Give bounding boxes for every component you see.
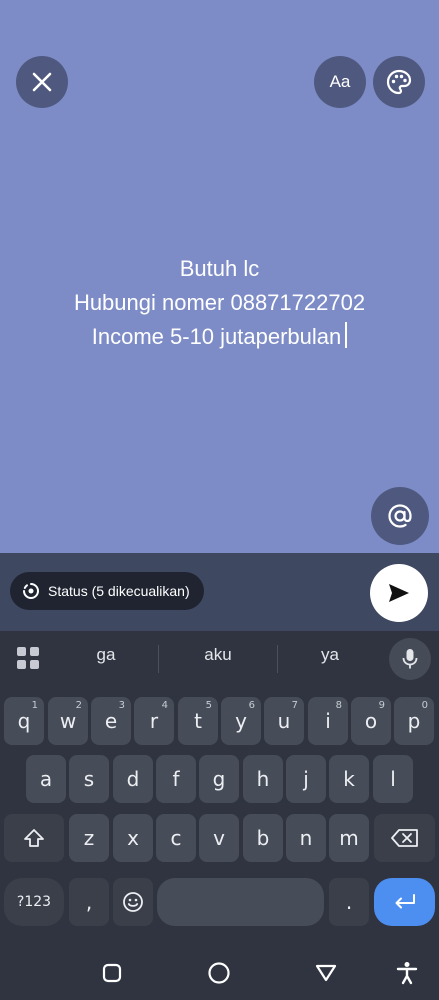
system-navigation-bar [0,946,439,1000]
status-text-line: Butuh lc [179,256,260,281]
key-q[interactable]: q1 [4,697,44,745]
mention-button[interactable] [371,487,429,545]
key-m[interactable]: m [329,814,369,862]
shift-icon [24,829,44,847]
key-v[interactable]: v [199,814,239,862]
key-hint: 3 [118,700,125,711]
status-text-line: Hubungi nomer 08871722702 [73,290,366,315]
status-text-line: Income 5-10 jutaperbulan [0,320,439,354]
key-k[interactable]: k [329,755,369,803]
microphone-icon [402,649,418,669]
key-i[interactable]: i8 [308,697,348,745]
key-label: i [325,709,331,733]
key-f[interactable]: f [156,755,196,803]
key-g[interactable]: g [199,755,239,803]
key-o[interactable]: o9 [351,697,391,745]
key-label: e [104,709,118,733]
home-button[interactable] [204,958,234,988]
suggestion-strip: ga aku ya [0,631,439,685]
suggestion-item[interactable]: aku [168,645,268,665]
key-t[interactable]: t5 [178,697,218,745]
home-icon [208,962,230,984]
key-label: t [194,709,202,733]
key-r[interactable]: r4 [134,697,174,745]
key-u[interactable]: u7 [264,697,304,745]
key-e[interactable]: e3 [91,697,131,745]
backspace-icon [390,829,418,847]
key-y[interactable]: y6 [221,697,261,745]
key-h[interactable]: h [243,755,283,803]
key-w[interactable]: w2 [48,697,88,745]
symbols-key[interactable]: ?123 [4,878,64,926]
key-z[interactable]: z [69,814,109,862]
status-text-input[interactable]: Butuh lc Hubungi nomer 08871722702 Incom… [0,252,439,354]
key-label: r [149,709,159,733]
status-composer: Aa Butuh lc Hubungi nomer 08871722702 In… [0,0,439,553]
key-l[interactable]: l [373,755,413,803]
status-text-line-content: Income 5-10 jutaperbulan [91,324,342,349]
backspace-key[interactable] [374,814,435,862]
key-hint: 6 [248,700,255,711]
key-label: w [59,709,77,733]
period-key[interactable]: . [329,878,369,926]
key-label: q [17,709,31,733]
emoji-icon [123,892,143,912]
key-label: y [235,709,247,733]
key-hint: 0 [421,700,428,711]
suggestion-item[interactable]: ga [56,645,156,665]
space-key[interactable] [157,878,324,926]
status-privacy-label: Status (5 dikecualikan) [48,583,190,599]
text-cursor [345,322,348,348]
palette-icon [386,69,412,95]
on-screen-keyboard: ga aku ya q1 w2 e3 r4 t5 y6 u7 i8 o9 p0 … [0,631,439,1000]
recents-button[interactable] [97,958,127,988]
key-n[interactable]: n [286,814,326,862]
recents-icon [102,963,122,983]
comma-key[interactable]: , [69,878,109,926]
suggestion-item[interactable]: ya [280,645,380,665]
shift-key[interactable] [4,814,64,862]
key-c[interactable]: c [156,814,196,862]
send-bar: Status (5 dikecualikan) [0,553,439,631]
at-sign-icon [388,504,412,528]
key-b[interactable]: b [243,814,283,862]
key-hint: 9 [378,700,385,711]
key-d[interactable]: d [113,755,153,803]
accessibility-button[interactable] [392,958,422,988]
send-icon [389,584,409,602]
status-icon [22,582,40,600]
close-button[interactable] [16,56,68,108]
key-p[interactable]: p0 [394,697,434,745]
key-hint: 1 [31,700,38,711]
key-s[interactable]: s [69,755,109,803]
key-hint: 7 [291,700,298,711]
enter-icon [395,894,415,909]
key-hint: 8 [335,700,342,711]
key-label: p [407,709,421,733]
enter-key[interactable] [374,878,435,926]
send-button[interactable] [370,564,428,622]
background-color-button[interactable] [373,56,425,108]
key-label: o [364,709,378,733]
key-x[interactable]: x [113,814,153,862]
back-triangle-icon [315,964,337,982]
font-style-button[interactable]: Aa [314,56,366,108]
back-button[interactable] [311,958,341,988]
key-hint: 5 [205,700,212,711]
suggestion-divider [158,645,159,673]
key-label: u [277,709,291,733]
suggestion-divider [277,645,278,673]
status-privacy-chip[interactable]: Status (5 dikecualikan) [10,572,204,610]
accessibility-icon [396,962,418,985]
key-hint: 4 [161,700,168,711]
voice-input-button[interactable] [389,638,431,680]
close-icon [32,72,52,92]
key-a[interactable]: a [26,755,66,803]
emoji-key[interactable] [113,878,153,926]
apps-grid-icon[interactable] [17,647,39,669]
key-j[interactable]: j [286,755,326,803]
key-hint: 2 [75,700,82,711]
